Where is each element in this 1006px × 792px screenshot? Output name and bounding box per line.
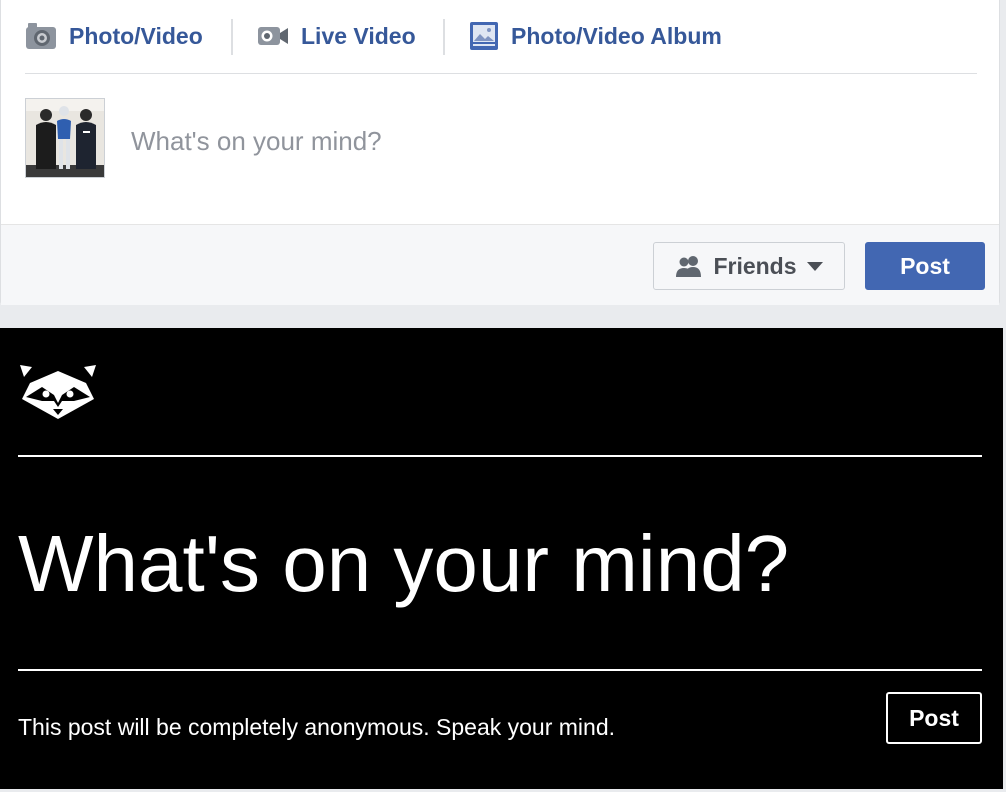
divider [18, 669, 982, 671]
status-input[interactable] [129, 120, 973, 162]
tab-photo-video[interactable]: Photo/Video [25, 18, 203, 54]
tab-photo-video-label: Photo/Video [69, 22, 203, 49]
audience-label: Friends [713, 252, 797, 279]
tab-photo-video-album-label: Photo/Video Album [511, 22, 722, 49]
avatar[interactable] [25, 98, 105, 178]
friends-icon [675, 255, 703, 277]
composer-tabs: Photo/Video Live Video Photo/Video Album [25, 0, 977, 74]
post-composer: Photo/Video Live Video Photo/Video Album… [0, 0, 1000, 305]
camera-icon [25, 22, 57, 50]
chevron-down-icon [806, 261, 823, 271]
anonymous-post-button[interactable]: Post [886, 692, 982, 744]
composer-footer: Friends Post [1, 224, 999, 305]
anonymous-status-input[interactable] [18, 514, 978, 614]
tab-photo-video-album[interactable]: Photo/Video Album [469, 18, 722, 54]
raccoon-logo-icon [18, 361, 98, 426]
divider [18, 455, 982, 457]
tab-live-video[interactable]: Live Video [257, 18, 416, 54]
video-camera-icon [257, 24, 289, 48]
anonymous-composer: This post will be completely anonymous. … [0, 328, 1003, 789]
audience-selector[interactable]: Friends [653, 242, 845, 290]
tab-live-video-label: Live Video [301, 22, 416, 49]
tab-divider [231, 19, 233, 55]
photo-album-icon [469, 21, 499, 51]
post-button[interactable]: Post [865, 242, 985, 290]
tab-divider [443, 19, 445, 55]
anonymity-note: This post will be completely anonymous. … [18, 714, 616, 740]
